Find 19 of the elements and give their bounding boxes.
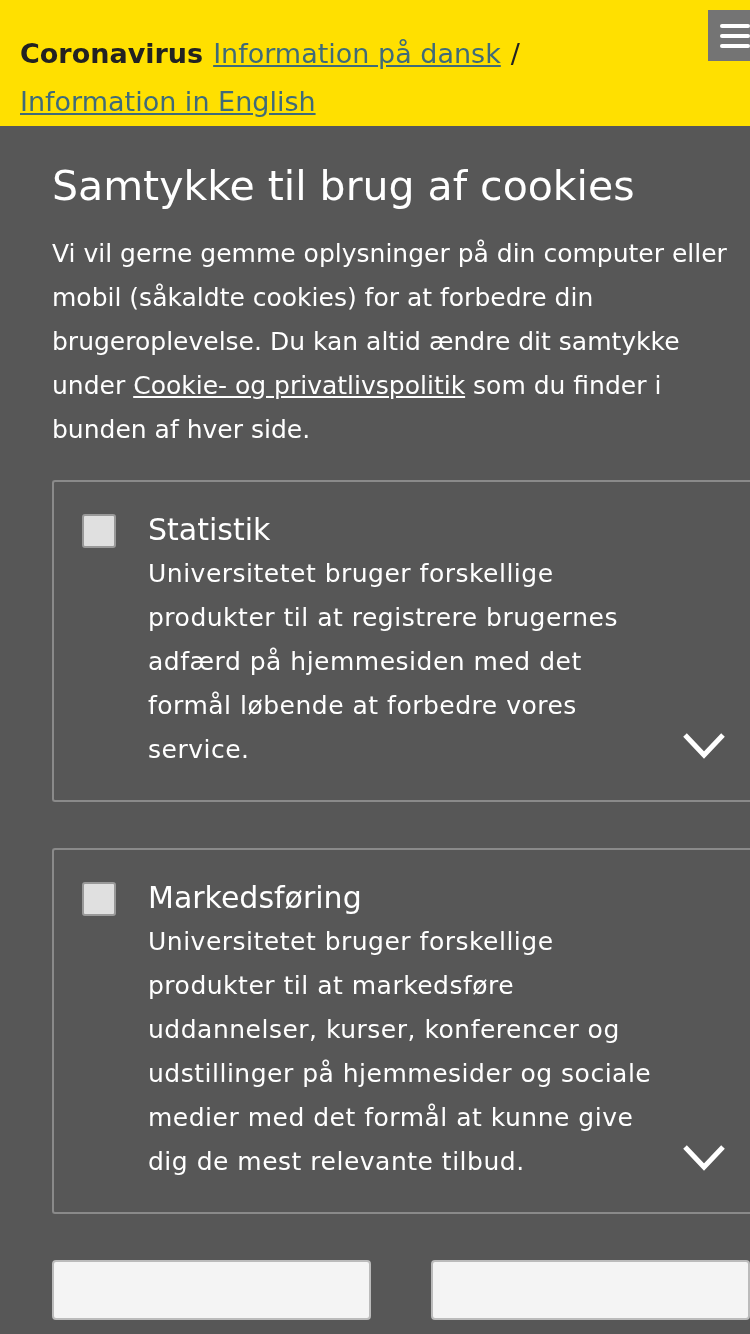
chevron-down-icon[interactable] xyxy=(682,732,726,760)
category-checkbox[interactable] xyxy=(82,882,116,916)
menu-icon xyxy=(720,22,750,49)
category-name: Markedsføring xyxy=(148,879,363,917)
category-description: Universitetet bruger forskellige produkter til at markedsføre uddannelser, kurser, konferencer og udstillinger på hjemmesider og sociale medier med det formål at kunne give dig de mest relevante tilbud. xyxy=(148,926,653,1178)
menu-button[interactable] xyxy=(708,10,750,61)
consent-intro: Vi vil gerne gemme oplysninger på din computer eller mobil (såkaldte cookies) for at forbedre din brugeroplevelse. Du kan altid ændre dit samtykke under Cookie- og privatlivspolitik som du finder i bunden af hver side. xyxy=(52,238,728,446)
category-description: Universitetet bruger forskellige produkter til at registrere brugernes adfærd på hjemmesiden med det formål løbende at forbedre vores service. xyxy=(148,558,619,766)
policy-link[interactable]: Cookie- og privatlivspolitik xyxy=(133,371,466,400)
category-checkbox[interactable] xyxy=(82,514,116,548)
banner-label: Coronavirus xyxy=(20,37,204,71)
consent-button[interactable] xyxy=(431,1260,750,1320)
category-name: Statistik xyxy=(148,511,272,549)
info-link[interactable]: Information på dansk xyxy=(213,30,501,78)
consent-button[interactable] xyxy=(52,1260,371,1320)
info-link[interactable]: Information in English xyxy=(20,78,316,126)
consent-title: Samtykke til brug af cookies xyxy=(52,161,636,212)
separator: / xyxy=(510,37,520,71)
chevron-down-icon[interactable] xyxy=(682,1144,726,1172)
